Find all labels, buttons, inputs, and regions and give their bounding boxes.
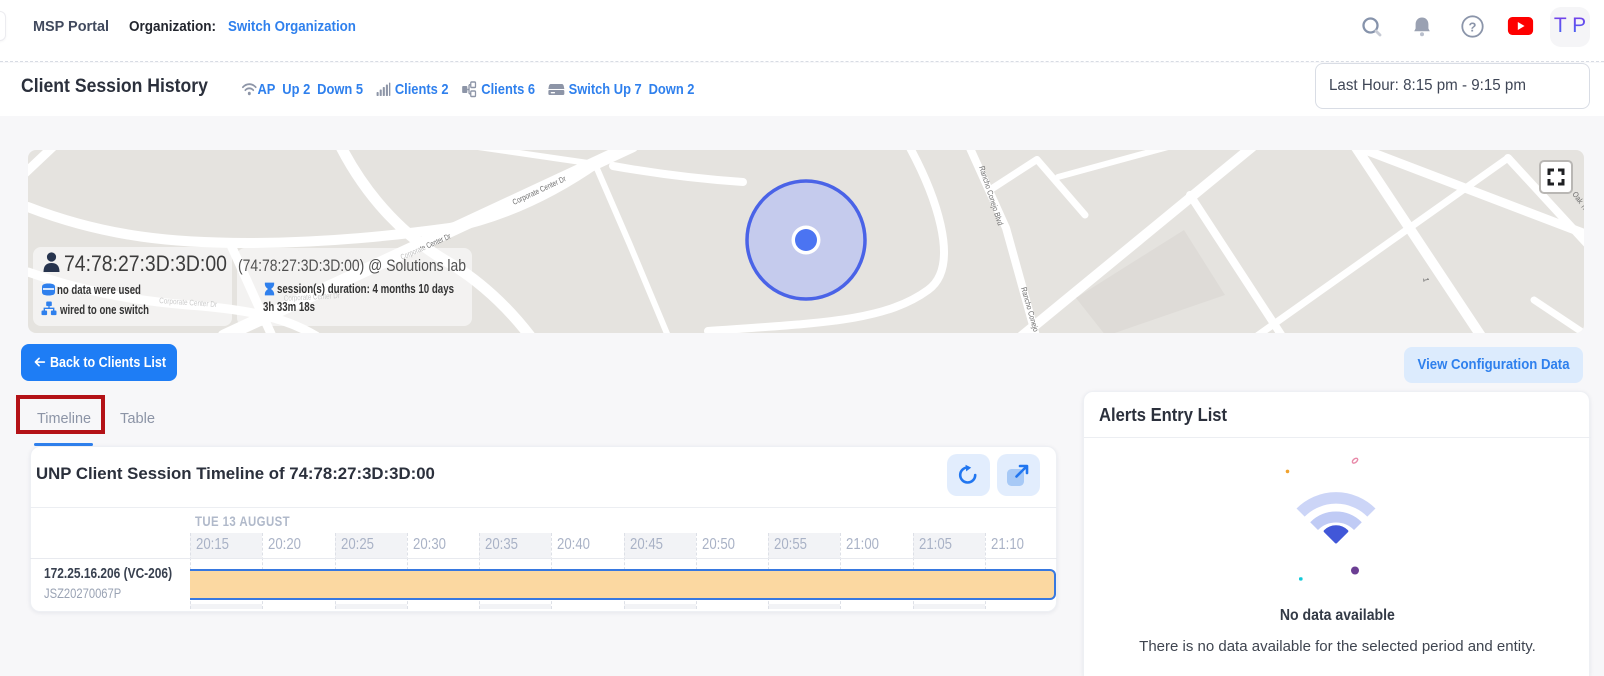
svg-text:Rancho Conejo Blvd: Rancho Conejo Blvd: [977, 165, 1005, 227]
svg-text:Rancho Conejo: Rancho Conejo: [1019, 286, 1040, 333]
svg-text:Oak Trl: Oak Trl: [1570, 190, 1584, 213]
svg-text:?: ?: [1469, 19, 1477, 34]
svg-text:1: 1: [1421, 277, 1431, 283]
